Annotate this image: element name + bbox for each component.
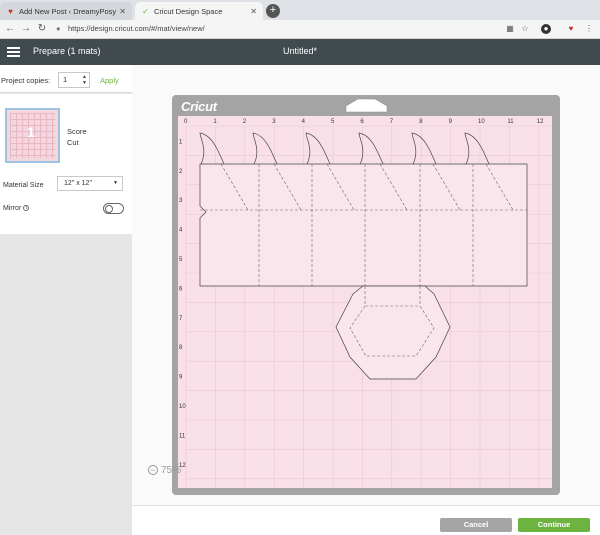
mat-thumbnail[interactable]: 1 [5,108,60,163]
close-icon[interactable]: ✕ [119,7,126,16]
heart-icon: ♥ [8,6,13,16]
mat-load-tab [345,98,388,113]
mirror-toggle[interactable] [103,203,124,214]
copies-value: 1 [63,75,68,84]
browser-tab-cricut[interactable]: ✓ Cricut Design Space ✕ [135,2,263,20]
hamburger-menu-icon[interactable] [7,47,20,57]
reload-icon[interactable]: ↻ [36,23,48,35]
translate-icon[interactable]: ▦ [505,24,515,34]
cut-label: Cut [67,138,79,147]
pinterest-icon[interactable]: ♥ [566,24,576,34]
star-icon[interactable]: ☆ [520,24,530,34]
cricut-leaf-icon: ✓ [142,6,149,16]
browser-tab-strip: ♥ Add New Post ‹ DreamyPosy.com ✕ ✓ Cric… [0,0,600,20]
mat-list-panel: 1 Score Cut Material Size 12" x 12" ▼ Mi… [0,94,132,234]
project-copies-label: Project copies: [1,76,51,85]
browser-tab-dreamyposy[interactable]: ♥ Add New Post ‹ DreamyPosy.com ✕ [0,2,132,20]
mirror-label: Mirror i [3,205,30,212]
chevron-down-icon: ▼ [113,180,118,186]
url-field[interactable]: ● https://design.cricut.com/#/mat/view/ne… [56,22,496,36]
new-tab-button[interactable]: + [266,4,280,18]
zoom-control[interactable]: −75% [148,465,193,481]
project-copies-row: Project copies: 1 ▲ ▼ Apply [0,65,132,93]
apply-button[interactable]: Apply [100,76,119,85]
ruler-top-tick: 11 [507,119,514,125]
app-header: Prepare (1 mats) Untitled* [0,39,600,65]
tab-title: Cricut Design Space [154,6,223,16]
forward-arrow-icon[interactable]: → [20,23,32,35]
ruler-left-tick: 11 [179,433,186,439]
spinner-down-icon[interactable]: ▼ [82,81,87,86]
material-size-value: 12" x 12" [64,180,92,187]
info-icon[interactable]: i [23,205,30,212]
ruler-left-tick: 10 [179,404,186,410]
project-copies-input[interactable]: 1 ▲ ▼ [58,72,90,88]
browser-address-bar: ← → ↻ ● https://design.cricut.com/#/mat/v… [0,20,600,39]
zoom-level: 75% [161,465,182,476]
material-size-label: Material Size [3,182,44,189]
url-text: https://design.cricut.com/#/mat/view/new… [68,24,205,33]
back-arrow-icon[interactable]: ← [4,23,16,35]
continue-button[interactable]: Continue [518,518,590,532]
ruler-top-tick: 12 [537,119,544,125]
cricut-logo: Cricut [181,99,217,114]
lock-icon: ● [56,24,61,33]
ruler-top-tick: 10 [478,119,485,125]
menu-icon[interactable]: ⋮ [584,24,594,34]
left-panel: Project copies: 1 ▲ ▼ Apply 1 Score Cut … [0,65,132,535]
score-label: Score [67,127,87,136]
mat-number: 1 [27,124,35,140]
material-size-select[interactable]: 12" x 12" ▼ [57,176,123,191]
footer-bar: Cancel Continue [132,505,600,535]
cutting-mat: 0 1 2 3 4 5 6 7 8 9 10 11 12 123456789101112 [178,116,552,488]
close-icon[interactable]: ✕ [250,7,257,16]
tab-title: Add New Post ‹ DreamyPosy.com [19,6,116,16]
zoom-out-icon[interactable]: − [148,465,158,476]
extension-icon[interactable]: ● [541,24,551,34]
cancel-button[interactable]: Cancel [440,518,512,532]
prepare-title: Prepare (1 mats) [33,46,101,56]
